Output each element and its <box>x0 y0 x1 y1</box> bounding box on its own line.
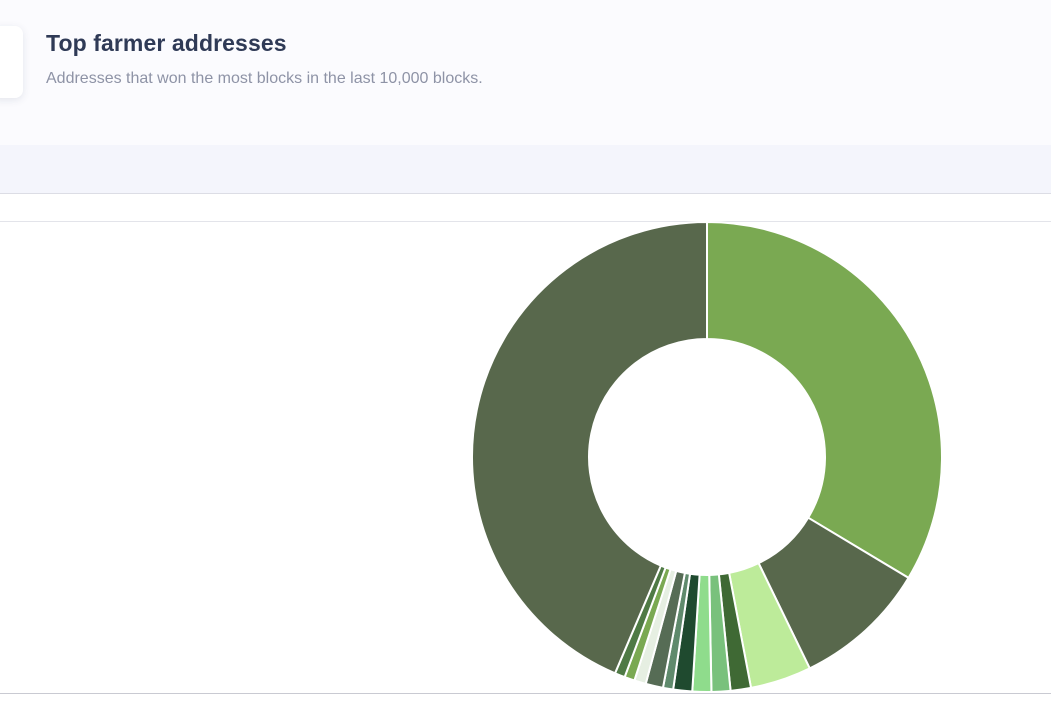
chart-bottom-divider <box>0 693 1051 694</box>
donut-slice-1[interactable] <box>706 220 943 580</box>
farmer-donut-chart <box>471 220 943 693</box>
